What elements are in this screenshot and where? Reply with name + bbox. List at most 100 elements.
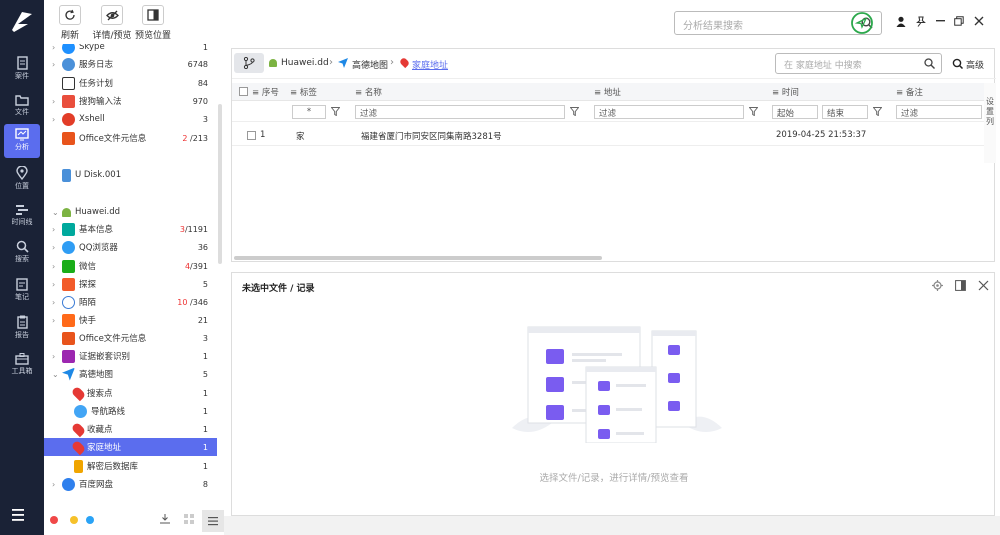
chevron-right-icon[interactable]: › [52, 243, 62, 252]
tree-item-count-total: /213 [190, 133, 208, 143]
refresh-icon [65, 9, 75, 20]
chevron-right-icon[interactable]: › [52, 480, 62, 489]
column-header-address[interactable]: ≡ 地址 [594, 86, 621, 98]
tree-item-basic-info[interactable]: › 基本信息 3/1191 [44, 220, 224, 238]
row-checkbox[interactable] [247, 131, 256, 140]
tree-item-office-meta[interactable]: Office文件元信息 2 /213 [44, 129, 224, 147]
close-icon[interactable] [978, 280, 989, 291]
tree-item-momo[interactable]: › 陌陌 10 /346 [44, 293, 224, 311]
nav-timeline[interactable]: 时间线 [4, 199, 40, 233]
chevron-down-icon[interactable]: ⌄ [52, 370, 62, 379]
tree-item-task-scheduler[interactable]: 任务计划 84 [44, 74, 224, 92]
tree-item-kuaishou[interactable]: › 快手 21 [44, 311, 224, 329]
select-all-checkbox[interactable] [239, 87, 248, 96]
tree-item-decrypted-db[interactable]: 解密后数据库 1 [44, 457, 224, 475]
gear-icon[interactable] [932, 280, 943, 291]
time-end-input[interactable]: 结束 [822, 105, 868, 119]
column-header-index[interactable]: ≡ 序号 [252, 86, 279, 98]
chevron-right-icon[interactable]: › [52, 97, 62, 106]
breadcrumb-current[interactable]: 家庭地址 [412, 58, 448, 71]
column-header-label: 名称 [364, 88, 382, 98]
empty-state-hint: 选择文件/记录，进行详情/预览查看 [539, 473, 689, 484]
table-row[interactable]: 1 家 福建省厦门市同安区同集南路3281号 2019-04-25 21:53:… [232, 124, 984, 146]
column-header-name[interactable]: ≡ 名称 [355, 86, 382, 98]
download-icon[interactable] [160, 514, 170, 524]
advanced-search-button[interactable]: 高级 [952, 55, 992, 73]
nav-files[interactable]: 文件 [4, 89, 40, 123]
tree-item-huawei-dd[interactable]: ⌄ Huawei.dd [44, 203, 224, 221]
tree-item-wechat[interactable]: › 微信 4/391 [44, 257, 224, 275]
nav-report[interactable]: 报告 [4, 311, 40, 345]
detail-preview-button[interactable]: 详情/预览 [90, 5, 134, 41]
chevron-right-icon[interactable]: › [52, 225, 62, 234]
report-icon [16, 315, 28, 329]
minimize-icon[interactable] [936, 20, 946, 24]
refresh-button[interactable]: 刷新 [57, 5, 83, 41]
filter-icon[interactable] [331, 107, 340, 116]
restore-icon[interactable] [954, 16, 964, 26]
name-filter-input[interactable]: 过滤 [355, 105, 565, 119]
chevron-down-icon[interactable]: ⌄ [52, 208, 62, 217]
search-icon[interactable] [924, 58, 935, 69]
tree-item-amap[interactable]: ⌄ 高德地图 5 [44, 365, 224, 383]
horizontal-scrollbar[interactable] [234, 256, 602, 260]
in-table-search-placeholder: 在 家庭地址 中搜索 [784, 61, 862, 71]
breadcrumb-device[interactable]: Huawei.dd [281, 58, 329, 68]
tree-item-udisk[interactable]: U Disk.001 [44, 166, 224, 184]
tree-item-sogou-input[interactable]: › 搜狗输入法 970 [44, 92, 224, 110]
time-start-input[interactable]: 起始 [772, 105, 818, 119]
nav-location[interactable]: 位置 [4, 162, 40, 196]
tree-scrollbar[interactable] [218, 104, 222, 264]
chevron-right-icon[interactable]: › [52, 115, 62, 124]
chevron-right-icon[interactable]: › [52, 280, 62, 289]
nav-case[interactable]: 案件 [4, 52, 40, 86]
grid-view-icon[interactable] [184, 514, 194, 524]
nav-analysis[interactable]: 分析 [4, 124, 40, 158]
split-panel-icon[interactable] [955, 280, 966, 291]
filter-icon[interactable] [873, 107, 882, 116]
tree-item-count: 1 [202, 461, 208, 471]
column-header-tag[interactable]: ≡ 标签 [290, 86, 317, 98]
column-header-time[interactable]: ≡ 时间 [772, 86, 799, 98]
tag-filter-select[interactable]: * [292, 105, 326, 119]
preview-position-button[interactable]: 预览位置 [133, 5, 173, 41]
chevron-right-icon[interactable]: › [52, 262, 62, 271]
eye-hidden-icon [105, 10, 119, 20]
nav-toolbox[interactable]: 工具箱 [4, 348, 40, 382]
tree-item-service-log[interactable]: › 服务日志 6748 [44, 55, 224, 73]
breadcrumb-separator: › [329, 57, 333, 68]
chevron-right-icon[interactable]: › [52, 298, 62, 307]
tree-item-search-points[interactable]: 搜索点 1 [44, 384, 224, 402]
nav-search[interactable]: 搜索 [4, 236, 40, 270]
hamburger-menu-icon[interactable] [12, 508, 32, 522]
note-filter-input[interactable]: 过滤 [896, 105, 982, 119]
tree-item-nav-routes[interactable]: 导航路线 1 [44, 402, 224, 420]
list-view-button[interactable] [202, 510, 224, 532]
filter-icon[interactable] [570, 107, 579, 116]
tree-item-baidu-pan[interactable]: › 百度网盘 8 [44, 475, 224, 493]
close-icon[interactable] [974, 16, 984, 26]
tree-item-home-address[interactable]: 家庭地址 1 [44, 438, 217, 456]
tree-item-office-meta-2[interactable]: Office文件元信息 3 [44, 329, 224, 347]
breadcrumb-app[interactable]: 高德地图 [352, 58, 388, 71]
send-circle-icon[interactable] [850, 11, 874, 35]
chevron-right-icon[interactable]: › [52, 44, 62, 52]
tree-item-xshell[interactable]: › Xshell 3 [44, 110, 224, 128]
tree-item-qq-browser[interactable]: › QQ浏览器 36 [44, 238, 224, 256]
pin-icon[interactable] [916, 16, 926, 27]
filter-icon[interactable] [749, 107, 758, 116]
user-icon[interactable] [896, 16, 906, 27]
chevron-right-icon[interactable]: › [52, 60, 62, 69]
branch-button[interactable] [234, 53, 264, 73]
address-filter-input[interactable]: 过滤 [594, 105, 744, 119]
nav-notes[interactable]: 笔记 [4, 274, 40, 308]
chevron-right-icon[interactable]: › [52, 316, 62, 325]
in-table-search-input[interactable]: 在 家庭地址 中搜索 [775, 53, 942, 74]
tree-item-favorites[interactable]: 收藏点 1 [44, 420, 224, 438]
chevron-right-icon[interactable]: › [52, 352, 62, 361]
tree-item-tantan[interactable]: › 探探 5 [44, 275, 224, 293]
column-header-note[interactable]: ≡ 备注 [896, 86, 923, 98]
tree-item-evidence-nesting[interactable]: › 证据嵌套识别 1 [44, 347, 224, 365]
table-header: ≡ 序号 ≡ 标签 ≡ 名称 ≡ 地址 ≡ 时间 ≡ 备注 [232, 83, 984, 101]
column-settings-tab[interactable]: 设置列 [984, 83, 996, 163]
